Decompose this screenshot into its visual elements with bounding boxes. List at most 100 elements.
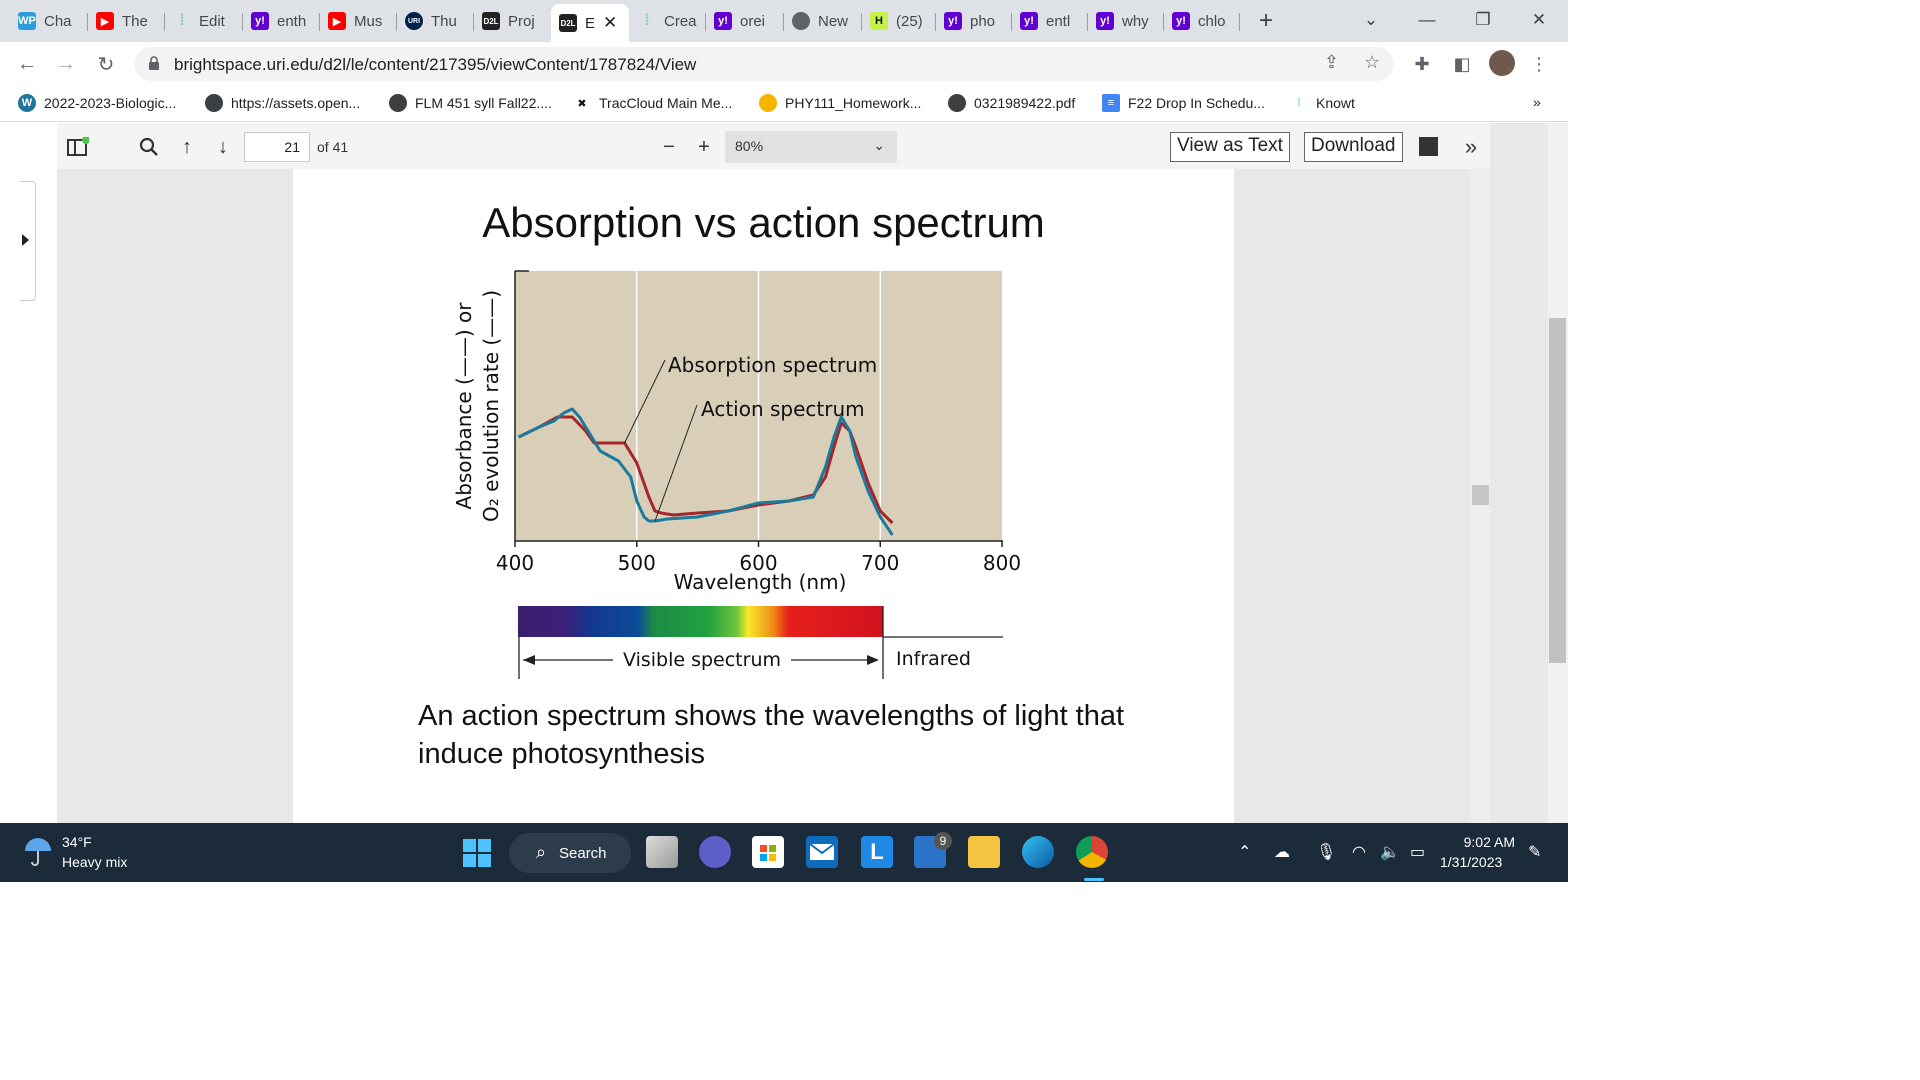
browser-tab[interactable]: H (25) [862,6,936,36]
minimize-button[interactable]: — [1402,0,1452,40]
bookmark-star-icon[interactable]: ☆ [1364,52,1380,73]
reload-icon[interactable]: ↻ [92,50,120,78]
battery-icon[interactable]: ▭ [1410,842,1425,862]
close-window-button[interactable]: ✕ [1514,0,1564,40]
close-tab-icon[interactable]: ✕ [603,13,617,33]
browser-tab[interactable]: ▶ Mus [320,6,397,36]
annotation-absorption: Absorption spectrum [668,353,877,377]
task-view-icon[interactable] [646,836,678,868]
pdf-page: Absorption vs action spectrum Absorption… [293,169,1234,823]
new-tab-button[interactable]: + [1252,7,1280,35]
chrome-browser-icon[interactable] [1076,836,1108,868]
teams-chat-icon[interactable] [699,836,731,868]
browser-tab[interactable]: ⁞ Crea [630,6,706,36]
bookmark-item[interactable]: ⁞ Knowt [1290,94,1355,112]
browser-tab[interactable]: ▶ The [88,6,165,36]
sidebar-toggle[interactable] [20,181,36,301]
weather-umbrella-icon[interactable] [22,837,54,867]
side-panel-icon[interactable]: ◧ [1450,52,1474,76]
yahoo-icon: y! [251,12,269,30]
browser-tab[interactable]: y! enth [243,6,320,36]
tab-label: (25) [896,12,923,30]
browser-tab[interactable]: URI Thu [397,6,474,36]
yahoo-icon: y! [944,12,962,30]
browser-tab[interactable]: y! entl [1012,6,1088,36]
tab-label: Edit [199,12,225,30]
uri-icon: URI [405,12,423,30]
bookmark-item[interactable]: W 2022-2023-Biologic... [18,94,176,112]
tab-label: E [585,14,596,32]
active-tab[interactable]: D2L E ✕ [551,4,629,42]
search-icon[interactable] [137,135,161,159]
browser-tab[interactable]: WP Cha [10,6,88,36]
sidebar-panel-icon[interactable] [66,135,90,159]
next-page-arrow-icon[interactable]: ↓ [211,135,235,159]
yahoo-icon: y! [1096,12,1114,30]
clock-time[interactable]: 9:02 AM [1460,834,1515,850]
x-tick-label: 700 [861,551,899,575]
browser-tab[interactable]: New [784,6,862,36]
spectrum-chart: Absorption spectrum Action spectrum 400 5… [452,270,1021,679]
pdf-viewer: ↑ ↓ 21 of 41 − + 80% ⌄ View as Text Downl… [0,123,1548,823]
edge-browser-icon[interactable] [1022,836,1054,868]
window-scroll-thumb[interactable] [1549,318,1566,663]
browser-tab[interactable]: ⁞ Edit [165,6,243,36]
profile-avatar[interactable] [1489,50,1515,76]
bookmark-item[interactable]: https://assets.open... [205,94,360,112]
tab-label: Proj [508,12,535,30]
more-tools-button[interactable]: » [1459,134,1483,159]
notification-center-icon[interactable]: ✎ [1528,842,1541,862]
previous-page-arrow-icon[interactable]: ↑ [175,135,199,159]
volume-muted-icon[interactable]: 🔈 [1380,842,1400,862]
left-arrowhead-icon [523,655,535,665]
page-count: of 41 [317,139,349,155]
onedrive-cloud-icon[interactable]: ☁ [1274,842,1290,862]
browser-tab[interactable]: y! pho [936,6,1012,36]
page-number-input[interactable]: 21 [244,132,310,162]
h-icon: H [870,12,888,30]
download-button[interactable]: Download [1304,132,1403,162]
tab-label: pho [970,12,996,30]
zoom-select[interactable]: 80% ⌄ [725,131,897,163]
more-bookmarks-button[interactable]: » [1533,94,1541,110]
x-tick-label: 400 [496,551,534,575]
x-tick-label: 500 [618,551,656,575]
address-bar[interactable]: brightspace.uri.edu/d2l/le/content/21739… [134,47,1394,81]
browser-tab[interactable]: y! why [1088,6,1164,36]
chevron-up-icon[interactable]: ⌃ [1238,842,1251,862]
pdf-scroll-thumb[interactable] [1472,485,1489,505]
bookmark-item[interactable]: ≡ F22 Drop In Schedu... [1102,94,1265,112]
bookmark-item[interactable]: 0321989422.pdf [948,94,1075,112]
browser-tab[interactable]: D2L Proj [474,6,551,36]
microsoft-store-icon[interactable] [752,836,784,868]
windows-start-icon[interactable] [462,838,492,868]
globe-icon [205,94,223,112]
wifi-icon[interactable]: ◠ [1352,842,1366,862]
lockdown-app-icon[interactable]: L [861,836,893,868]
restore-button[interactable]: ❐ [1458,0,1508,40]
browser-tab[interactable]: y! chlo [1164,6,1240,36]
bookmark-item[interactable]: FLM 451 syll Fall22.... [389,94,552,112]
mail-icon[interactable] [806,836,838,868]
slide-caption: An action spectrum shows the wavelengths… [418,700,1125,770]
bookmark-item[interactable]: PHY111_Homework... [759,94,921,112]
zoom-out-icon[interactable]: − [657,135,681,159]
browser-tab[interactable]: y! orei [706,6,784,36]
tab-search-icon[interactable]: ⌄ [1346,0,1396,40]
menu-kebab-icon[interactable]: ⋮ [1527,52,1551,76]
bookmark-item[interactable]: ✖ TracCloud Main Me... [573,94,732,112]
tab-label: New [818,12,849,30]
microphone-icon[interactable]: 🎙 [1316,842,1336,862]
file-explorer-icon[interactable] [968,836,1000,868]
back-arrow-icon[interactable]: ← [13,50,41,78]
stop-icon[interactable] [1419,137,1438,156]
clock-date[interactable]: 1/31/2023 [1440,854,1502,870]
forward-arrow-icon[interactable]: → [52,50,80,78]
weather-description[interactable]: Heavy mix [62,854,127,870]
share-icon[interactable]: ⇪ [1324,52,1339,73]
zoom-in-icon[interactable]: + [692,135,716,159]
view-as-text-button[interactable]: View as Text [1170,132,1290,162]
extensions-icon[interactable]: ✚ [1410,52,1434,76]
taskbar-search[interactable]: ⌕ Search [509,833,631,873]
weather-temperature[interactable]: 34°F [62,834,92,850]
